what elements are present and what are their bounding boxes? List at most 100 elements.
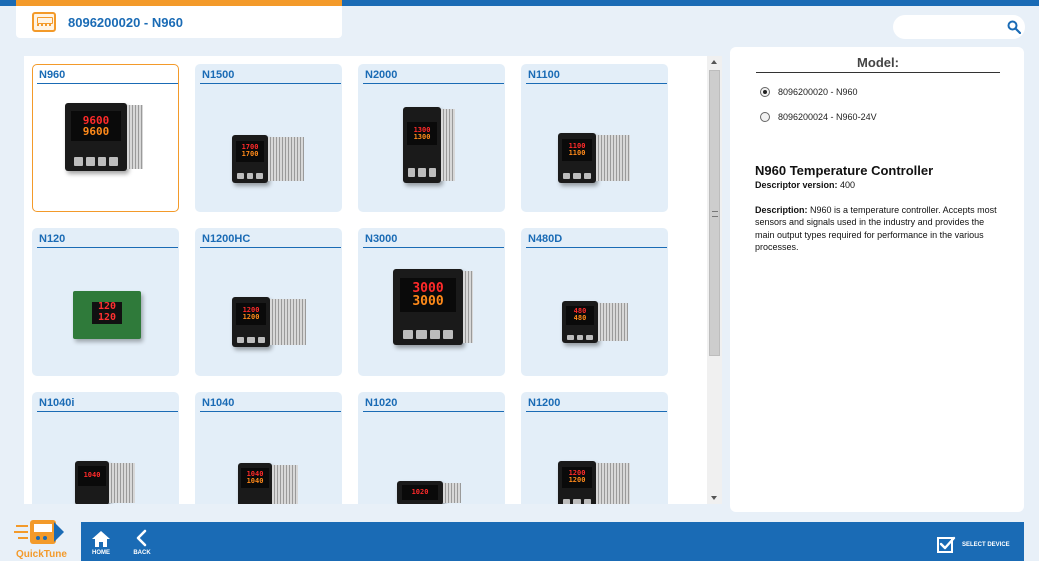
radio-button-checked[interactable] bbox=[760, 87, 770, 97]
model-option-8096200024[interactable]: 8096200024 - N960-24V bbox=[760, 112, 877, 122]
device-image: 480 480 bbox=[562, 301, 628, 343]
card-divider bbox=[363, 83, 504, 84]
device-card-label: N480D bbox=[528, 233, 563, 245]
device-display-line: 9600 bbox=[82, 125, 110, 139]
device-display-line: 1300 bbox=[413, 132, 431, 141]
device-card-n1200[interactable]: N1200 1200 1200 bbox=[521, 392, 668, 504]
device-image: 3000 3000 bbox=[393, 269, 473, 345]
device-card-label: N1040i bbox=[39, 397, 75, 409]
device-display-line: 1200 bbox=[242, 313, 260, 321]
device-card-label: N1200 bbox=[528, 397, 561, 409]
device-card-label: N1200HC bbox=[202, 233, 251, 245]
controller-device-icon bbox=[32, 12, 56, 32]
home-label: HOME bbox=[92, 550, 110, 556]
radio-button[interactable] bbox=[760, 112, 770, 122]
device-grid-panel: N960 9600 9600 N1500 1700 1700 N2000 1300 1… bbox=[24, 56, 722, 504]
logo-text: QuickTune bbox=[16, 549, 67, 560]
card-divider bbox=[526, 83, 667, 84]
descriptor-value: 400 bbox=[840, 180, 856, 190]
device-card-label: N960 bbox=[39, 69, 66, 81]
select-device-label: SELECT DEVICE bbox=[962, 542, 1010, 548]
model-heading: Model: bbox=[857, 55, 899, 70]
bottom-toolbar bbox=[81, 522, 1024, 561]
card-divider bbox=[37, 247, 178, 248]
device-card-label: N1100 bbox=[528, 69, 560, 81]
device-grid: N960 9600 9600 N1500 1700 1700 N2000 1300 1… bbox=[32, 64, 668, 504]
chevron-left-icon bbox=[136, 529, 147, 547]
card-divider bbox=[526, 247, 667, 248]
device-display-line: 1100 bbox=[568, 149, 586, 157]
device-image: 1100 1100 bbox=[558, 133, 630, 183]
home-button[interactable]: HOME bbox=[83, 528, 119, 560]
card-divider bbox=[200, 83, 341, 84]
card-divider bbox=[200, 247, 341, 248]
device-card-n1100[interactable]: N1100 1100 1100 bbox=[521, 64, 668, 212]
device-display-line: 1200 bbox=[568, 476, 586, 485]
device-image: 120 120 bbox=[73, 291, 141, 339]
quicktune-logo-icon bbox=[14, 520, 64, 544]
card-divider bbox=[526, 411, 667, 412]
device-card-n480d[interactable]: N480D 480 480 bbox=[521, 228, 668, 376]
quicktune-logo: QuickTune bbox=[12, 516, 72, 561]
scrollbar-thumb[interactable] bbox=[709, 70, 720, 356]
device-image: 9600 9600 bbox=[65, 103, 143, 171]
device-card-label: N1020 bbox=[365, 397, 398, 409]
device-card-n120[interactable]: N120 120 120 bbox=[32, 228, 179, 376]
device-detail-panel: Model: 8096200020 - N960 8096200024 - N9… bbox=[730, 47, 1024, 512]
search-icon[interactable] bbox=[1007, 20, 1021, 34]
scroll-down-arrow-icon[interactable] bbox=[711, 496, 717, 500]
device-image: 1020 bbox=[397, 481, 461, 504]
model-option-8096200020[interactable]: 8096200020 - N960 bbox=[760, 87, 858, 97]
device-display-line: 1040 bbox=[83, 471, 101, 480]
description-label: Description: bbox=[755, 205, 808, 215]
device-card-n1020[interactable]: N1020 1020 bbox=[358, 392, 505, 504]
grip-icon bbox=[712, 211, 718, 217]
device-card-n1040i[interactable]: N1040i 1040 bbox=[32, 392, 179, 504]
scroll-up-arrow-icon[interactable] bbox=[711, 60, 717, 64]
model-option-label: 8096200024 - N960-24V bbox=[778, 112, 877, 122]
device-display-line: 1700 bbox=[241, 150, 259, 159]
device-card-n2000[interactable]: N2000 1300 1300 bbox=[358, 64, 505, 212]
back-label: BACK bbox=[133, 550, 151, 556]
device-display-line: 3000 bbox=[412, 280, 444, 296]
device-image: 1200 1200 bbox=[558, 461, 630, 504]
checkbox-check-icon bbox=[937, 536, 956, 553]
card-divider bbox=[363, 247, 504, 248]
card-divider bbox=[37, 411, 178, 412]
search-input[interactable] bbox=[893, 15, 1025, 39]
back-button[interactable]: BACK bbox=[124, 528, 160, 560]
device-card-label: N3000 bbox=[365, 233, 398, 245]
device-title-tab: 8096200020 - N960 bbox=[16, 6, 342, 38]
select-device-button[interactable]: SELECT DEVICE bbox=[936, 534, 1010, 556]
device-display-line: 480 bbox=[573, 314, 587, 323]
device-card-n3000[interactable]: N3000 3000 3000 bbox=[358, 228, 505, 376]
device-display-line: 120 bbox=[97, 311, 117, 323]
device-image: 1300 1300 bbox=[403, 107, 455, 183]
device-display-line: 1020 bbox=[411, 488, 429, 496]
device-image: 1700 1700 bbox=[232, 135, 304, 183]
device-description: Description: N960 is a temperature contr… bbox=[755, 204, 1005, 253]
device-card-label: N120 bbox=[39, 233, 66, 245]
device-grid-scrollbar[interactable] bbox=[707, 56, 722, 504]
card-divider bbox=[200, 411, 341, 412]
device-card-n1500[interactable]: N1500 1700 1700 bbox=[195, 64, 342, 212]
descriptor-version: Descriptor version: 400 bbox=[755, 180, 855, 190]
device-card-n1200hc[interactable]: N1200HC 1200 1200 bbox=[195, 228, 342, 376]
device-card-label: N1500 bbox=[202, 69, 235, 81]
model-divider bbox=[756, 72, 1000, 73]
model-option-label: 8096200020 - N960 bbox=[778, 87, 858, 97]
device-title: N960 Temperature Controller bbox=[755, 163, 934, 178]
page-title: 8096200020 - N960 bbox=[68, 14, 183, 30]
device-card-n1040[interactable]: N1040 1040 1040 bbox=[195, 392, 342, 504]
home-icon bbox=[92, 531, 110, 547]
device-image: 1040 bbox=[75, 461, 135, 504]
device-card-n960[interactable]: N960 9600 9600 bbox=[32, 64, 179, 212]
device-display-line: 120 bbox=[97, 301, 117, 313]
descriptor-label: Descriptor version: bbox=[755, 180, 838, 190]
device-image: 1200 1200 bbox=[232, 297, 306, 347]
device-display-line: 3000 bbox=[412, 293, 444, 309]
device-card-label: N2000 bbox=[365, 69, 398, 81]
card-divider bbox=[37, 83, 178, 84]
device-image: 1040 1040 bbox=[238, 463, 298, 504]
device-card-label: N1040 bbox=[202, 397, 235, 409]
